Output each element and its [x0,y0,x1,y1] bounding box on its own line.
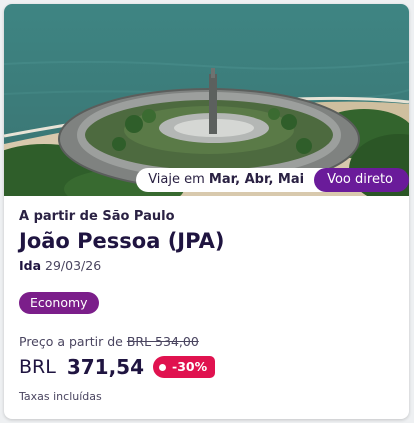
trip-type: Ida [19,258,42,273]
discount-value: -30% [172,359,208,374]
travel-months-badge: Viaje em Mar, Abr, Mai [136,168,331,192]
taxes-note: Taxas incluídas [19,390,102,403]
travel-months-value: Mar, Abr, Mai [208,172,305,187]
price-amount: 371,54 [66,355,145,379]
travel-months-prefix: Viaje em [148,172,205,187]
cabin-class-badge: Economy [19,292,99,314]
discount-tag: -30% [153,356,216,378]
price-currency: BRL [19,356,56,378]
direct-flight-badge: Voo direto [314,168,409,192]
price-from-label: Preço a partir de [19,334,123,349]
tag-hole-icon [159,363,167,371]
price-row: BRL 371,54 -30% [19,355,216,379]
destination-title[interactable]: João Pessoa (JPA) [19,229,224,253]
old-price: BRL 534,00 [126,334,199,349]
price-from-line: Preço a partir de BRL 534,00 [19,334,199,349]
badge-row: Viaje em Mar, Abr, Mai Voo direto [136,168,409,192]
trip-date: 29/03/26 [45,258,102,273]
flight-offer-card[interactable]: Viaje em Mar, Abr, Mai Voo direto A part… [4,4,409,419]
origin-label: A partir de São Paulo [19,209,175,224]
trip-info: Ida 29/03/26 [19,258,101,273]
